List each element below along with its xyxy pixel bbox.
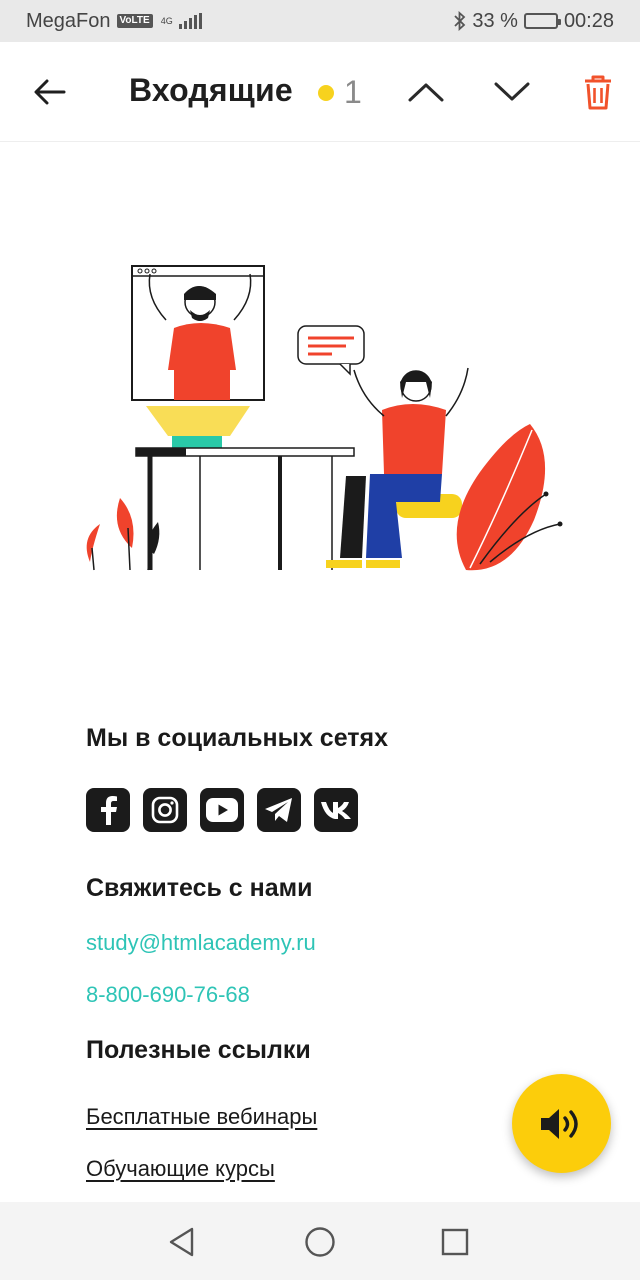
app-bar: Входящие 1 xyxy=(0,42,640,142)
vk-icon xyxy=(321,802,351,819)
read-aloud-button[interactable] xyxy=(512,1074,611,1173)
previous-message-button[interactable] xyxy=(406,74,446,110)
bluetooth-icon xyxy=(454,11,466,31)
phone-link[interactable]: 8-800-690-76-68 xyxy=(86,982,250,1008)
youtube-icon xyxy=(206,798,238,822)
status-right: 33 % 00:28 xyxy=(454,10,614,33)
recents-square-icon xyxy=(441,1228,469,1256)
page-title: Входящие xyxy=(129,72,293,108)
system-nav-bar xyxy=(0,1202,640,1280)
unread-count: 1 xyxy=(344,74,362,110)
next-message-button[interactable] xyxy=(492,74,532,110)
courses-link[interactable]: Обучающие курсы xyxy=(86,1156,275,1182)
instagram-icon xyxy=(151,796,179,824)
webinars-link[interactable]: Бесплатные вебинары xyxy=(86,1104,317,1130)
social-heading: Мы в социальных сетях xyxy=(86,724,389,752)
clock: 00:28 xyxy=(563,9,614,32)
volte-badge: VoLTE xyxy=(116,14,153,28)
instagram-link[interactable] xyxy=(143,788,187,832)
delete-button[interactable] xyxy=(578,72,618,112)
facebook-link[interactable] xyxy=(86,788,130,832)
nav-recents-button[interactable] xyxy=(437,1224,473,1260)
social-links xyxy=(86,788,358,832)
carrier-name: MegaFon xyxy=(26,9,111,32)
trash-icon xyxy=(585,75,611,110)
home-circle-icon xyxy=(305,1227,335,1257)
arrow-left-icon xyxy=(34,79,66,105)
useful-links-heading: Полезные ссылки xyxy=(86,1036,311,1064)
chevron-up-icon xyxy=(408,83,444,102)
status-left: MegaFon VoLTE 4G xyxy=(26,10,202,33)
battery-percent: 33 % xyxy=(472,9,518,32)
facebook-icon xyxy=(101,796,117,825)
youtube-link[interactable] xyxy=(200,788,244,832)
back-triangle-icon xyxy=(169,1227,194,1257)
vk-link[interactable] xyxy=(314,788,358,832)
network-type: 4G xyxy=(160,15,173,26)
telegram-icon xyxy=(265,798,292,822)
speaker-icon xyxy=(540,1108,578,1139)
unread-indicator: 1 xyxy=(318,74,362,111)
back-button[interactable] xyxy=(30,75,70,109)
status-bar: MegaFon VoLTE 4G 33 % 00:28 xyxy=(0,0,640,42)
email-link[interactable]: study@htmlacademy.ru xyxy=(86,930,316,956)
contact-heading: Свяжитесь с нами xyxy=(86,874,313,902)
chevron-down-icon xyxy=(494,82,530,101)
signal-icon xyxy=(178,13,202,29)
battery-icon xyxy=(523,13,561,29)
telegram-link[interactable] xyxy=(257,788,301,832)
unread-dot xyxy=(318,84,334,101)
video-call-illustration xyxy=(86,265,563,571)
nav-home-button[interactable] xyxy=(302,1224,338,1260)
nav-back-button[interactable] xyxy=(164,1224,200,1260)
